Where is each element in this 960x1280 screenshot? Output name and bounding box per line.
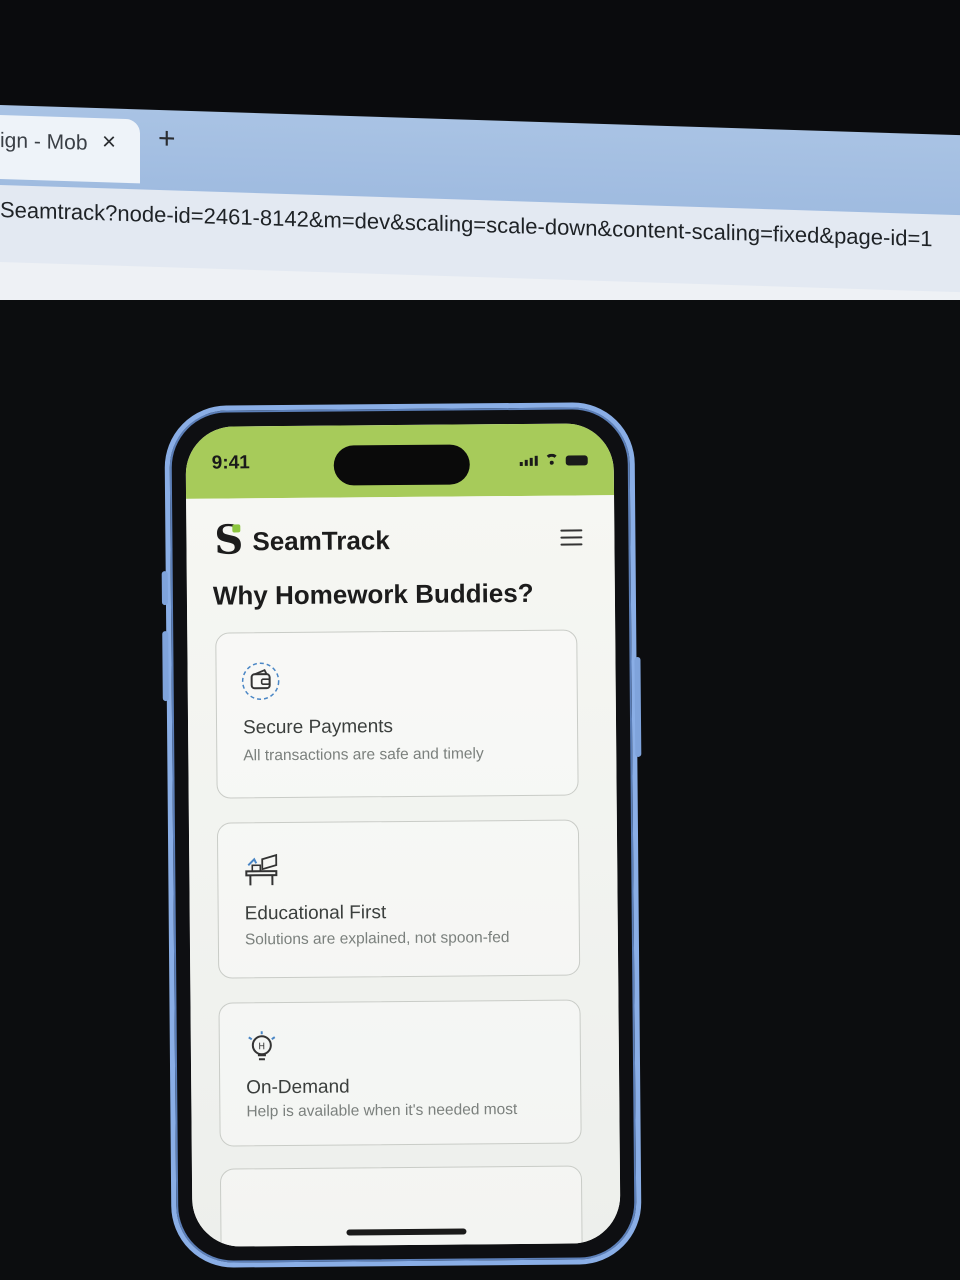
- section-title: Why Homework Buddies?: [212, 577, 534, 611]
- home-indicator[interactable]: [346, 1228, 467, 1236]
- status-time: 9:41: [211, 452, 250, 474]
- tab-close-icon[interactable]: ×: [102, 128, 116, 156]
- status-icons: [519, 453, 588, 466]
- status-bar: 9:41: [185, 423, 615, 499]
- app-header: S SeamTrack: [214, 516, 586, 564]
- app-content: S SeamTrack Why Homework Buddies? Secure…: [186, 495, 621, 1247]
- phone-volume-button: [162, 631, 169, 702]
- dynamic-island: [333, 444, 470, 486]
- desk-study-icon: [245, 853, 278, 886]
- brand-name[interactable]: SeamTrack: [252, 525, 390, 557]
- tab-title: ign - Mob: [0, 129, 88, 155]
- feature-card-educational-first[interactable]: Educational First Solutions are explaine…: [216, 819, 581, 979]
- browser-tab[interactable]: ign - Mob ×: [0, 115, 140, 184]
- card-title: On-Demand: [246, 1076, 350, 1099]
- card-title: Secure Payments: [242, 716, 394, 739]
- phone-mockup: 9:41 S SeamTrack Why Homework Buddies? S…: [161, 401, 642, 1269]
- new-tab-icon[interactable]: +: [158, 122, 176, 157]
- lightbulb-icon: H: [248, 1031, 276, 1061]
- card-description: All transactions are safe and timely: [243, 745, 484, 765]
- feature-card-secure-payments[interactable]: Secure Payments All transactions are saf…: [215, 629, 579, 799]
- signal-icon: [519, 455, 538, 466]
- top-background: [0, 0, 960, 110]
- card-description: Help is available when it's needed most: [246, 1101, 518, 1121]
- battery-icon: [565, 455, 588, 466]
- card-title: Educational First: [244, 902, 387, 925]
- card-description: Solutions are explained, not spoon-fed: [244, 929, 510, 949]
- phone-screen: 9:41 S SeamTrack Why Homework Buddies? S…: [185, 423, 621, 1247]
- wifi-icon: [544, 454, 560, 466]
- svg-text:H: H: [258, 1042, 265, 1052]
- wallet-icon: [241, 662, 280, 700]
- phone-side-button: [161, 571, 168, 606]
- seamtrack-logo-icon[interactable]: S: [214, 516, 243, 563]
- phone-power-button: [634, 656, 642, 757]
- feature-card-on-demand[interactable]: H On-Demand Help is available when it's …: [218, 999, 582, 1147]
- hamburger-menu-icon[interactable]: [560, 529, 583, 546]
